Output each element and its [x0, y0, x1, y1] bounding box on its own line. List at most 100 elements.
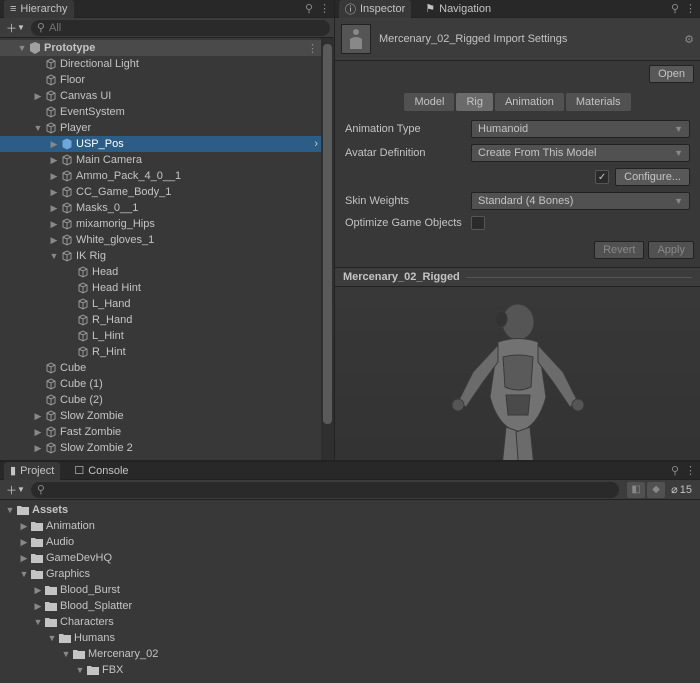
folder-row[interactable]: Audio	[0, 534, 700, 550]
hierarchy-tree[interactable]: Prototype ⋮ Directional LightFloorCanvas…	[0, 38, 334, 458]
foldout-icon[interactable]	[48, 203, 60, 214]
lock-icon[interactable]: ⚲	[671, 2, 679, 15]
foldout-icon[interactable]	[48, 235, 60, 246]
tab-animation[interactable]: Animation	[495, 93, 564, 111]
foldout-icon[interactable]	[4, 505, 16, 515]
hidden-count[interactable]: ⌀15	[667, 482, 696, 498]
hierarchy-item[interactable]: White_gloves_1	[0, 232, 334, 248]
tab-hierarchy[interactable]: ≡ Hierarchy	[4, 0, 74, 18]
project-search[interactable]: ⚲	[31, 482, 619, 498]
scene-menu-icon[interactable]: ⋮	[307, 42, 318, 55]
hierarchy-item[interactable]: EventSystem	[0, 104, 334, 120]
dropdown-avatar[interactable]: Create From This Model▼	[471, 144, 690, 162]
tab-project[interactable]: ▮Project	[4, 462, 60, 480]
dropdown-anim-type[interactable]: Humanoid▼	[471, 120, 690, 138]
foldout-icon[interactable]	[46, 633, 58, 643]
foldout-icon[interactable]	[32, 427, 44, 438]
settings-icon[interactable]: ⚙	[684, 33, 694, 46]
hierarchy-item[interactable]: Floor	[0, 72, 334, 88]
hierarchy-item[interactable]: mixamorig_Hips	[0, 216, 334, 232]
project-tree[interactable]: Assets AnimationAudioGameDevHQGraphicsBl…	[0, 500, 700, 680]
filter-label-icon[interactable]: ◆	[647, 482, 665, 498]
folder-row[interactable]: Blood_Burst	[0, 582, 700, 598]
tab-materials[interactable]: Materials	[566, 93, 631, 111]
foldout-icon[interactable]	[18, 569, 30, 579]
menu-icon[interactable]: ⋮	[685, 464, 696, 477]
foldout-icon[interactable]	[32, 585, 44, 596]
foldout-icon[interactable]	[18, 537, 30, 548]
hierarchy-item[interactable]: Head	[0, 264, 334, 280]
checkbox-optimize[interactable]	[471, 216, 485, 230]
foldout-icon[interactable]	[32, 601, 44, 612]
lock-icon[interactable]: ⚲	[305, 2, 313, 15]
hierarchy-item[interactable]: L_Hint	[0, 328, 334, 344]
hierarchy-item[interactable]: Slow Zombie 2	[0, 440, 334, 456]
folder-row[interactable]: Blood_Splatter	[0, 598, 700, 614]
hierarchy-item[interactable]: Masks_0__1	[0, 200, 334, 216]
foldout-icon[interactable]	[16, 43, 28, 53]
tab-model[interactable]: Model	[404, 93, 454, 111]
hierarchy-item[interactable]: Ammo_Pack_4_0__1	[0, 168, 334, 184]
folder-row[interactable]: FBX	[0, 662, 700, 678]
foldout-icon[interactable]	[32, 617, 44, 627]
foldout-icon[interactable]	[18, 553, 30, 564]
hierarchy-item[interactable]: Cube	[0, 360, 334, 376]
open-button[interactable]: Open	[649, 65, 694, 83]
foldout-icon[interactable]	[18, 521, 30, 532]
hierarchy-item[interactable]: Canvas UI	[0, 88, 334, 104]
hierarchy-item[interactable]: L_Hand	[0, 296, 334, 312]
folder-row[interactable]: Mercenary_02	[0, 646, 700, 662]
foldout-icon[interactable]	[32, 411, 44, 422]
hierarchy-item[interactable]: R_Hint	[0, 344, 334, 360]
revert-button[interactable]: Revert	[594, 241, 644, 259]
folder-row[interactable]: Assets	[0, 502, 700, 518]
foldout-icon[interactable]	[32, 123, 44, 133]
hierarchy-item[interactable]: Cube (2)	[0, 392, 334, 408]
create-button[interactable]: ＋ ▼	[4, 482, 27, 498]
scrollbar[interactable]	[321, 38, 334, 460]
foldout-icon[interactable]	[48, 251, 60, 261]
apply-button[interactable]: Apply	[648, 241, 694, 259]
hierarchy-item[interactable]: Directional Light	[0, 56, 334, 72]
search-input-wrap[interactable]: ⚲	[31, 20, 330, 36]
tab-inspector[interactable]: ⓘInspector	[339, 0, 411, 18]
hierarchy-item[interactable]: R_Hand	[0, 312, 334, 328]
folder-row[interactable]: Humans	[0, 630, 700, 646]
tab-navigation[interactable]: ⚑Navigation	[419, 0, 497, 18]
hierarchy-item[interactable]: Head Hint	[0, 280, 334, 296]
hierarchy-item[interactable]: CC_Game_Body_1	[0, 184, 334, 200]
foldout-icon[interactable]	[48, 219, 60, 230]
foldout-icon[interactable]	[32, 91, 44, 102]
tab-rig[interactable]: Rig	[456, 93, 493, 111]
configure-button[interactable]: Configure...	[615, 168, 690, 186]
foldout-icon[interactable]	[32, 443, 44, 454]
hierarchy-item[interactable]: Player	[0, 120, 334, 136]
foldout-icon[interactable]	[48, 139, 60, 150]
hierarchy-item[interactable]: Slow Zombie	[0, 408, 334, 424]
hierarchy-item[interactable]: USP_Pos›	[0, 136, 334, 152]
project-search-input[interactable]	[49, 484, 613, 496]
folder-row[interactable]: GameDevHQ	[0, 550, 700, 566]
folder-row[interactable]: Graphics	[0, 566, 700, 582]
lock-icon[interactable]: ⚲	[671, 464, 679, 477]
create-button[interactable]: ＋ ▼	[4, 20, 27, 36]
foldout-icon[interactable]	[60, 649, 72, 659]
hierarchy-item[interactable]: Cube (1)	[0, 376, 334, 392]
menu-icon[interactable]: ⋮	[685, 2, 696, 15]
hierarchy-item[interactable]: Main Camera	[0, 152, 334, 168]
foldout-icon[interactable]	[48, 171, 60, 182]
dropdown-skin[interactable]: Standard (4 Bones)▼	[471, 192, 690, 210]
folder-row[interactable]: Animation	[0, 518, 700, 534]
search-input[interactable]	[49, 22, 324, 34]
foldout-icon[interactable]	[48, 187, 60, 198]
tab-console[interactable]: ☐Console	[68, 462, 134, 480]
foldout-icon[interactable]	[74, 665, 86, 675]
menu-icon[interactable]: ⋮	[319, 2, 330, 15]
folder-row[interactable]: Characters	[0, 614, 700, 630]
scroll-thumb[interactable]	[323, 44, 332, 424]
checkbox-avatar-ok[interactable]: ✓	[595, 170, 609, 184]
scene-row[interactable]: Prototype ⋮	[0, 40, 334, 56]
filter-type-icon[interactable]: ◧	[627, 482, 645, 498]
foldout-icon[interactable]	[48, 155, 60, 166]
hierarchy-item[interactable]: Fast Zombie	[0, 424, 334, 440]
